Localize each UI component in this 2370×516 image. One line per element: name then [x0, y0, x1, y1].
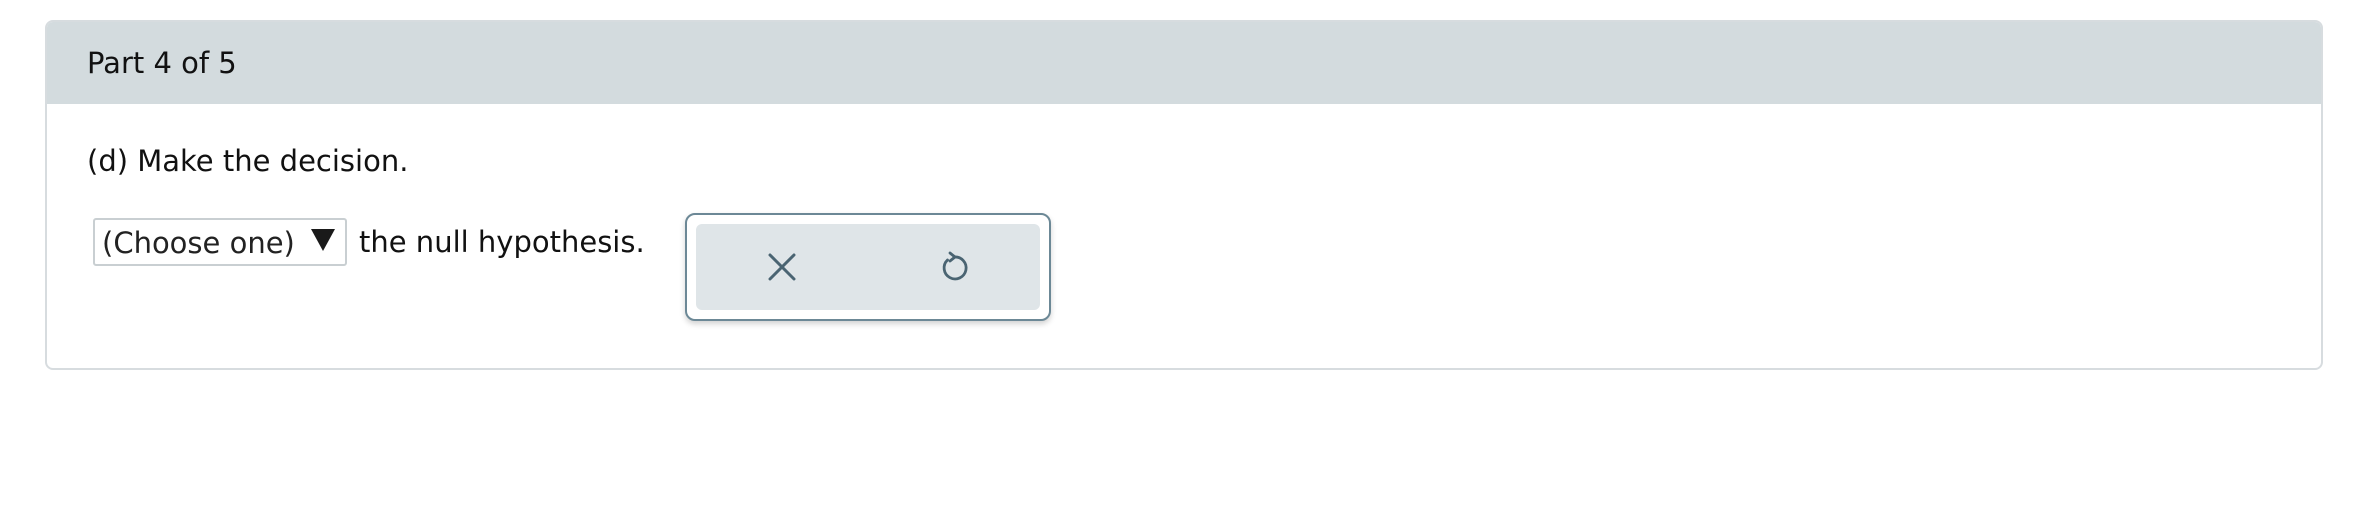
answer-suffix-text: the null hypothesis.: [359, 225, 645, 259]
decision-select-value: (Choose one): [102, 226, 295, 260]
x-icon: [768, 253, 796, 281]
undo-icon: [942, 251, 968, 281]
part-label: Part 4 of 5: [87, 46, 237, 80]
clear-button[interactable]: [752, 237, 812, 297]
answer-tools-popup: [685, 213, 1051, 321]
question-panel: Part 4 of 5 (d) Make the decision. (Choo…: [45, 20, 2323, 370]
dropdown-arrow-icon: [311, 229, 335, 251]
decision-select[interactable]: (Choose one): [93, 218, 347, 266]
reset-button[interactable]: [924, 237, 984, 297]
question-text: (d) Make the decision.: [87, 144, 409, 178]
part-header: Part 4 of 5: [47, 22, 2321, 104]
answer-tools-bar: [696, 224, 1040, 310]
answer-row: (Choose one) the null hypothesis.: [93, 218, 645, 266]
